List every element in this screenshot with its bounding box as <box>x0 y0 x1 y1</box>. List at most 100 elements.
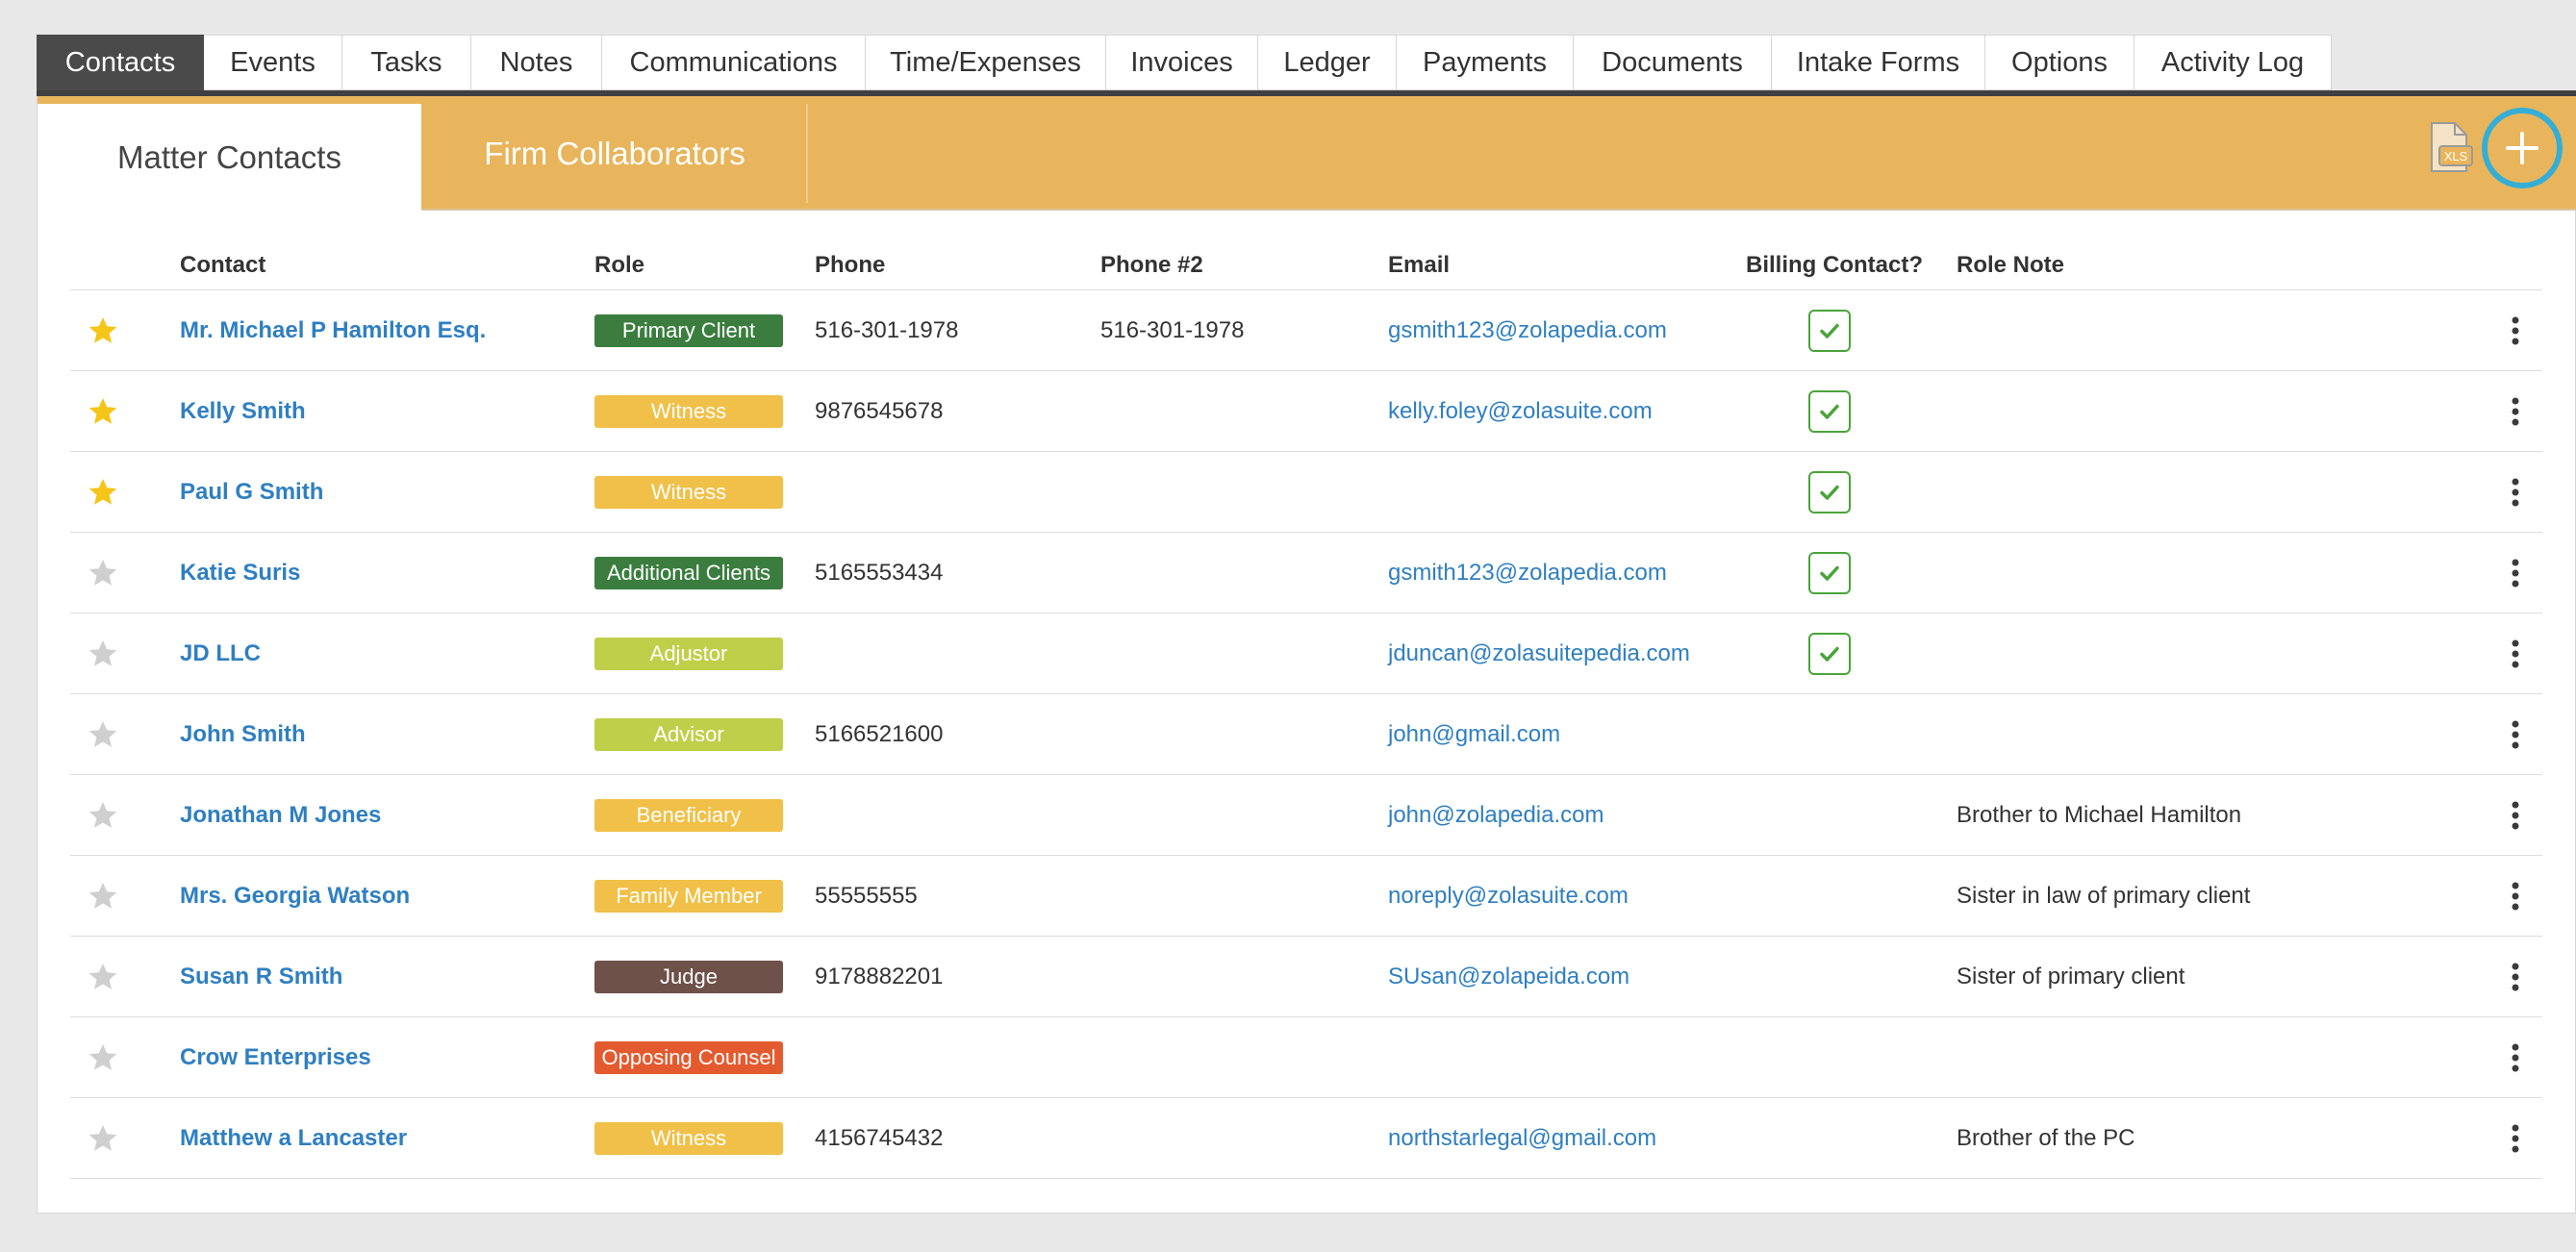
role-cell: Witness <box>594 1098 783 1179</box>
tab-intake-forms[interactable]: Intake Forms <box>1772 35 1985 90</box>
row-actions-button[interactable] <box>2506 371 2525 452</box>
column-header-billing[interactable]: Billing Contact? <box>1746 252 1923 279</box>
subtab-matter-contacts[interactable]: Matter Contacts <box>38 104 421 211</box>
contact-name-link[interactable]: Matthew a Lancaster <box>180 1098 407 1179</box>
email-link[interactable]: kelly.foley@zolasuite.com <box>1388 371 1653 452</box>
billing-checkbox[interactable] <box>1808 633 1851 675</box>
email-link[interactable]: northstarlegal@gmail.com <box>1388 1098 1656 1179</box>
email-link[interactable]: john@gmail.com <box>1388 694 1560 775</box>
role-note-value: Sister in law of primary client <box>1957 883 2251 909</box>
more-vertical-icon <box>2512 801 2519 830</box>
star-outline-icon[interactable] <box>86 856 120 937</box>
tab-tasks[interactable]: Tasks <box>342 35 471 90</box>
star-icon <box>88 317 117 343</box>
tab-label: Notes <box>499 46 573 78</box>
row-actions-button[interactable] <box>2506 533 2525 613</box>
star-outline-icon[interactable] <box>86 775 120 856</box>
star-filled-icon[interactable] <box>86 371 120 452</box>
column-header-contact[interactable]: Contact <box>180 252 265 279</box>
contact-name-link[interactable]: Mrs. Georgia Watson <box>180 856 410 937</box>
row-actions-button[interactable] <box>2506 694 2525 775</box>
table-body: Mr. Michael P Hamilton Esq. Primary Clien… <box>70 290 2542 1179</box>
row-actions-button[interactable] <box>2506 1017 2525 1098</box>
row-actions-button[interactable] <box>2506 937 2525 1017</box>
column-header-email[interactable]: Email <box>1388 252 1450 279</box>
star-icon <box>88 1044 117 1070</box>
more-vertical-icon <box>2512 1124 2519 1153</box>
email-link[interactable]: gsmith123@zolapedia.com <box>1388 533 1667 613</box>
contact-name-link[interactable]: John Smith <box>180 694 306 775</box>
role-badge: Additional Clients <box>594 557 783 589</box>
row-actions-button[interactable] <box>2506 1098 2525 1179</box>
contact-name-link[interactable]: Mr. Michael P Hamilton Esq. <box>180 290 486 371</box>
column-header-phone[interactable]: Phone <box>815 252 885 279</box>
contact-name-link[interactable]: JD LLC <box>180 613 261 694</box>
phone-value: 9876545678 <box>815 398 944 424</box>
contact-name-link[interactable]: Paul G Smith <box>180 452 323 533</box>
tab-label: Ledger <box>1283 46 1371 78</box>
contact-name-link[interactable]: Crow Enterprises <box>180 1017 371 1098</box>
star-outline-icon[interactable] <box>86 613 120 694</box>
phone-value: 5165553434 <box>815 560 944 586</box>
subtab-firm-collaborators[interactable]: Firm Collaborators <box>423 104 808 203</box>
star-outline-icon[interactable] <box>86 937 120 1017</box>
table-row: Jonathan M Jones Beneficiary john@zolapedi… <box>70 775 2542 856</box>
contact-name-link[interactable]: Jonathan M Jones <box>180 775 381 856</box>
more-vertical-icon <box>2512 478 2519 507</box>
role-cell: Primary Client <box>594 290 783 371</box>
email-link[interactable]: SUsan@zolapeida.com <box>1388 937 1629 1017</box>
email-link[interactable]: john@zolapedia.com <box>1388 775 1604 856</box>
billing-contact-cell <box>1807 371 1852 452</box>
star-outline-icon[interactable] <box>86 533 120 613</box>
tab-communications[interactable]: Communications <box>602 35 866 90</box>
tab-events[interactable]: Events <box>204 35 342 90</box>
billing-checkbox[interactable] <box>1808 471 1851 513</box>
table-row: Kelly Smith Witness 9876545678 kelly.foley@… <box>70 371 2542 452</box>
contact-name-link[interactable]: Katie Suris <box>180 533 300 613</box>
phone2-value: 516-301-1978 <box>1100 317 1245 343</box>
tab-label: Tasks <box>370 46 442 78</box>
tab-invoices[interactable]: Invoices <box>1106 35 1258 90</box>
table-row: Matthew a Lancaster Witness 4156745432 nort… <box>70 1098 2542 1179</box>
contact-name-link[interactable]: Kelly Smith <box>180 371 306 452</box>
email-link[interactable]: gsmith123@zolapedia.com <box>1388 290 1667 371</box>
email-link[interactable]: jduncan@zolasuitepedia.com <box>1388 613 1690 694</box>
tab-options[interactable]: Options <box>1985 35 2134 90</box>
tab-payments[interactable]: Payments <box>1397 35 1574 90</box>
tab-ledger[interactable]: Ledger <box>1258 35 1397 90</box>
row-actions-button[interactable] <box>2506 452 2525 533</box>
tab-notes[interactable]: Notes <box>471 35 602 90</box>
role-badge: Adjustor <box>594 638 783 670</box>
row-actions-button[interactable] <box>2506 856 2525 937</box>
contact-name-link[interactable]: Susan R Smith <box>180 937 342 1017</box>
app-root: Contacts Events Tasks Notes Communications Ti… <box>0 0 2576 1252</box>
star-outline-icon[interactable] <box>86 694 120 775</box>
contacts-table: Contact Role Phone Phone #2 Email Billin… <box>70 231 2542 1179</box>
column-header-role-note[interactable]: Role Note <box>1957 252 2064 279</box>
row-actions-button[interactable] <box>2506 290 2525 371</box>
billing-contact-cell <box>1807 937 1852 1017</box>
row-actions-button[interactable] <box>2506 775 2525 856</box>
role-badge: Opposing Counsel <box>594 1041 783 1074</box>
add-contact-button[interactable] <box>2482 108 2563 188</box>
star-filled-icon[interactable] <box>86 452 120 533</box>
star-filled-icon[interactable] <box>86 290 120 371</box>
export-xls-button[interactable]: XLS <box>2426 121 2474 173</box>
tab-documents[interactable]: Documents <box>1574 35 1772 90</box>
column-header-role[interactable]: Role <box>594 252 644 279</box>
tab-label: Activity Log <box>2160 46 2305 78</box>
tab-time-expenses[interactable]: Time/Expenses <box>866 35 1106 90</box>
tab-contacts[interactable]: Contacts <box>37 35 204 90</box>
contacts-panel: Matter Contacts Firm Collaborators XLS C… <box>37 96 2576 1214</box>
row-actions-button[interactable] <box>2506 613 2525 694</box>
star-icon <box>88 721 117 747</box>
tab-activity-log[interactable]: Activity Log <box>2134 35 2332 90</box>
column-header-phone2[interactable]: Phone #2 <box>1100 252 1203 279</box>
billing-checkbox[interactable] <box>1808 390 1851 433</box>
tab-label: Options <box>2011 46 2108 78</box>
star-outline-icon[interactable] <box>86 1098 120 1179</box>
star-outline-icon[interactable] <box>86 1017 120 1098</box>
email-link[interactable]: noreply@zolasuite.com <box>1388 856 1629 937</box>
billing-checkbox[interactable] <box>1808 552 1851 594</box>
billing-checkbox[interactable] <box>1808 310 1851 352</box>
